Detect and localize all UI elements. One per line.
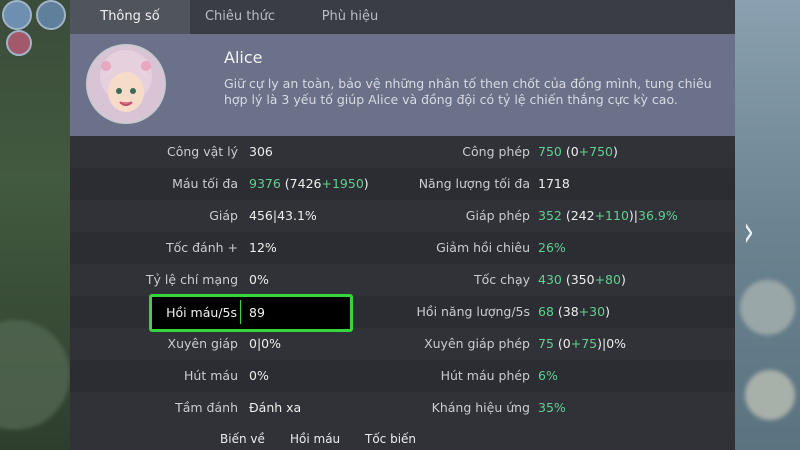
ally-avatar[interactable] bbox=[2, 0, 32, 30]
stat-value-bonus: +30 bbox=[578, 304, 606, 319]
stat-label: Tốc chạy bbox=[474, 272, 530, 287]
tab-bar: Thông số Chiêu thức Phù hiệu bbox=[70, 0, 735, 34]
tab-emblems[interactable]: Phù hiệu bbox=[290, 0, 410, 34]
stat-value-close: ) bbox=[605, 304, 610, 319]
stat-row: Tầm đánh Đánh xa Kháng hiệu ứng 35% bbox=[70, 392, 735, 424]
stats-table: Công vật lý 306 Công phép 750 (0+750) Má… bbox=[70, 136, 735, 450]
stat-value-base: (0 bbox=[553, 336, 571, 351]
stat-value: 68 (38+30) bbox=[538, 304, 610, 319]
stat-value-bonus: +750 bbox=[578, 144, 614, 159]
stat-row: Công vật lý 306 Công phép 750 (0+750) bbox=[70, 136, 735, 168]
stat-row: Máu tối đa 9376 (7426+1950) Năng lượng t… bbox=[70, 168, 735, 200]
recall-label[interactable]: Biến về bbox=[220, 432, 265, 446]
heal-label[interactable]: Hồi máu bbox=[290, 432, 340, 446]
stat-label: Xuyên giáp phép bbox=[424, 336, 530, 351]
ally-avatar[interactable] bbox=[36, 0, 66, 30]
highlight-divider bbox=[240, 300, 241, 324]
stat-value-total: 352 bbox=[538, 208, 562, 223]
stat-value-percent: 36.9% bbox=[638, 208, 678, 223]
chevron-right-icon[interactable]: › bbox=[744, 210, 755, 254]
stat-row: Xuyên giáp 0|0% Xuyên giáp phép 75 (0+75… bbox=[70, 328, 735, 360]
stat-value-base: (242 bbox=[561, 208, 595, 223]
hp-regen-value: 89 bbox=[249, 305, 265, 320]
stat-row: Giáp 456|43.1% Giáp phép 352 (242+110)|3… bbox=[70, 200, 735, 232]
stat-value-bonus: +75 bbox=[570, 336, 598, 351]
joystick-area bbox=[0, 320, 70, 430]
stat-label: Giảm hồi chiêu bbox=[436, 240, 530, 255]
tab-skills[interactable]: Chiêu thức bbox=[190, 0, 290, 34]
stat-value-total: 75 bbox=[538, 336, 554, 351]
tab-stats[interactable]: Thông số bbox=[70, 0, 190, 34]
ally-avatar[interactable] bbox=[6, 30, 32, 56]
stat-value: 750 (0+750) bbox=[538, 144, 618, 159]
stat-value: 35% bbox=[538, 400, 566, 415]
stat-value-total: 68 bbox=[538, 304, 554, 319]
stat-value-total: 430 bbox=[538, 272, 562, 287]
stat-value-total: 750 bbox=[538, 144, 562, 159]
hero-info-panel: Thông số Chiêu thức Phù hiệu Alice Giữ c… bbox=[70, 0, 735, 450]
stat-value: 75 (0+75)|0% bbox=[538, 336, 626, 351]
stat-value-close: ) bbox=[613, 144, 618, 159]
stat-value-close: ) bbox=[620, 272, 626, 287]
stat-value: 430 (350+80) bbox=[538, 272, 626, 287]
hero-name: Alice bbox=[224, 48, 263, 67]
stat-value-base: (350 bbox=[561, 272, 595, 287]
stat-label: Kháng hiệu ứng bbox=[431, 400, 530, 415]
stat-row: Hút máu 0% Hút máu phép 6% bbox=[70, 360, 735, 392]
summoner-skill-labels: Biến về Hồi máu Tốc biến bbox=[220, 432, 440, 450]
stat-value: 6% bbox=[538, 368, 558, 383]
skill-button bbox=[745, 370, 795, 420]
stat-label: Hút máu phép bbox=[440, 368, 530, 383]
hero-portrait-image bbox=[88, 46, 164, 122]
stat-value: 26% bbox=[538, 240, 566, 255]
stat-value: 1718 bbox=[538, 176, 570, 191]
stat-label: Giáp phép bbox=[465, 208, 530, 223]
hp-regen-label: Hồi máu/5s bbox=[166, 305, 237, 320]
stat-label: Công phép bbox=[462, 144, 530, 159]
stat-value-bonus: +110 bbox=[594, 208, 629, 223]
flash-label[interactable]: Tốc biến bbox=[365, 432, 416, 446]
stat-value-bonus: +80 bbox=[594, 272, 621, 287]
skill-button bbox=[740, 280, 795, 335]
stat-value: 352 (242+110)|36.9% bbox=[538, 208, 678, 223]
hero-description: Giữ cự ly an toàn, bảo vệ những nhân tố … bbox=[224, 76, 712, 107]
stat-value-close: )| bbox=[628, 208, 639, 223]
stat-label: Năng lượng tối đa bbox=[418, 176, 530, 191]
hero-portrait bbox=[86, 44, 166, 124]
game-left-hud bbox=[0, 0, 70, 450]
stat-value-close: )|0% bbox=[597, 336, 627, 351]
hero-header: Alice Giữ cự ly an toàn, bảo vệ những nh… bbox=[70, 34, 735, 136]
stat-value-base: (38 bbox=[553, 304, 579, 319]
stat-row: Tỷ lệ chí mạng 0% Tốc chạy 430 (350+80) bbox=[70, 264, 735, 296]
stat-row: Tốc đánh + 12% Giảm hồi chiêu 26% bbox=[70, 232, 735, 264]
stat-value-base: (0 bbox=[561, 144, 579, 159]
